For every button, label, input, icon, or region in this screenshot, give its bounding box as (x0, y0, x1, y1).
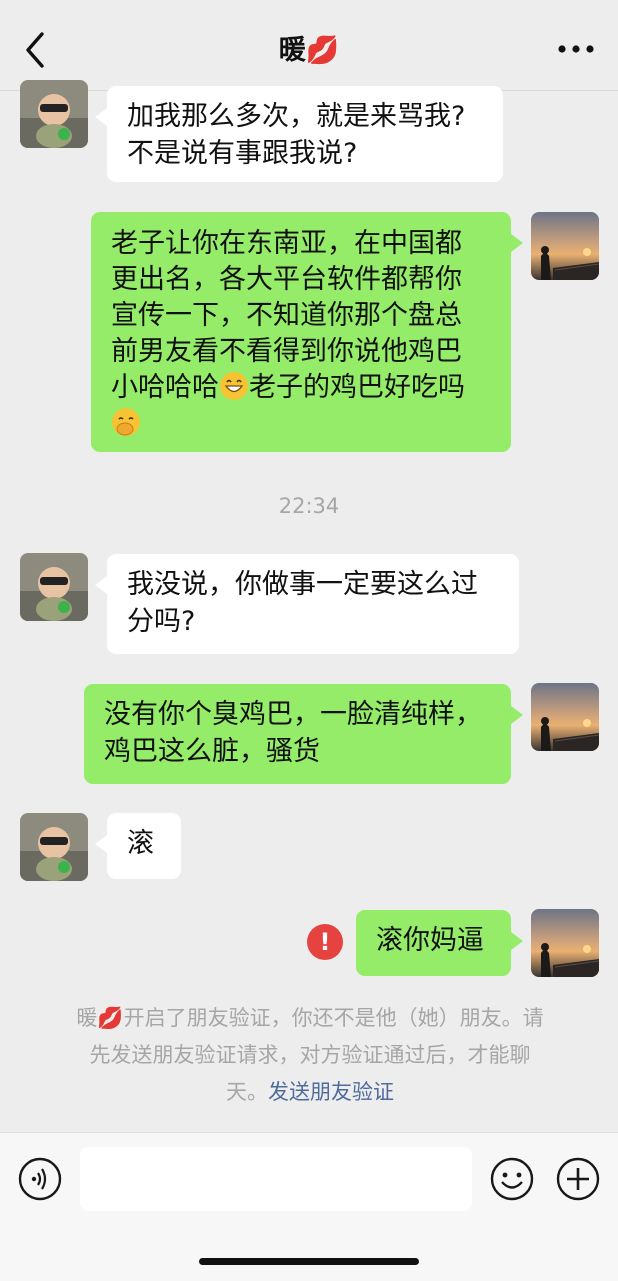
chat-header: 暖💋 (0, 0, 618, 91)
ellipsis-icon[interactable] (556, 36, 596, 62)
message-line: 我没说，你做事一定要这么过 (127, 569, 478, 600)
message-line: 滚你妈逼 (376, 925, 484, 956)
message-bubble-incoming[interactable]: 滚 (95, 813, 181, 879)
notice-line: 暖💋开启了朋友验证，你还不是他（她）朋友。请 (76, 1006, 544, 1030)
contact-avatar[interactable] (20, 813, 88, 881)
voice-icon[interactable] (18, 1157, 62, 1201)
message-input[interactable] (80, 1147, 472, 1211)
message-line (111, 406, 491, 442)
message-line: 老子让你在东南亚，在中国都 (111, 228, 462, 259)
message-line: 不是说有事跟我说? (127, 138, 358, 169)
notice-text: 天。 (226, 1080, 268, 1104)
friend-verification-notice: 暖💋开启了朋友验证，你还不是他（她）朋友。请 先发送朋友验证请求，对方验证通过后… (50, 1000, 570, 1111)
message-line: 宣传一下，不知道你那个盘总 (111, 300, 462, 331)
message-text: 小哈哈哈 (111, 372, 219, 403)
contact-avatar[interactable] (20, 553, 88, 621)
message-line: 更出名，各大平台软件都帮你 (111, 264, 462, 295)
timestamp: 22:34 (278, 494, 340, 518)
my-avatar[interactable] (531, 909, 599, 977)
message-bubble-outgoing[interactable]: 老子让你在东南亚，在中国都 更出名，各大平台软件都帮你 宣传一下，不知道你那个盘… (91, 212, 523, 452)
message-line: 没有你个臭鸡巴，一脸清纯样， (104, 699, 482, 730)
message-line: 分吗? (127, 606, 196, 637)
message-bubble-outgoing[interactable]: 没有你个臭鸡巴，一脸清纯样， 鸡巴这么脏，骚货 (84, 684, 523, 784)
message-text: 老子的鸡巴好吃吗 (249, 372, 465, 403)
notice-line: 天。发送朋友验证 (50, 1074, 570, 1111)
face-with-hand-over-mouth-icon (112, 408, 140, 436)
grinning-face-icon (220, 372, 248, 400)
contact-avatar[interactable] (20, 80, 88, 148)
message-bubble-incoming[interactable]: 我没说，你做事一定要这么过 分吗? (95, 554, 519, 654)
emoji-face-icon[interactable] (490, 1157, 534, 1201)
message-line: 前男友看不看得到你说他鸡巴 (111, 336, 462, 367)
my-avatar[interactable] (531, 683, 599, 751)
home-indicator[interactable] (199, 1258, 419, 1265)
chat-title: 暖💋 (278, 35, 340, 66)
send-verification-link[interactable]: 发送朋友验证 (268, 1080, 394, 1104)
my-avatar[interactable] (531, 212, 599, 280)
message-bubble-incoming[interactable]: 加我那么多次，就是来骂我? 不是说有事跟我说? (95, 86, 503, 182)
notice-line: 先发送朋友验证请求，对方验证通过后，才能聊 (89, 1043, 531, 1067)
message-line: 鸡巴这么脏，骚货 (104, 736, 320, 767)
message-line: 滚 (127, 828, 154, 859)
send-failed-icon[interactable]: ! (307, 924, 343, 960)
message-bubble-outgoing[interactable]: 滚你妈逼 (356, 910, 523, 976)
message-line: 小哈哈哈 老子的鸡巴好吃吗 (111, 370, 491, 406)
plus-icon[interactable] (556, 1157, 600, 1201)
message-line: 加我那么多次，就是来骂我? (127, 101, 466, 132)
